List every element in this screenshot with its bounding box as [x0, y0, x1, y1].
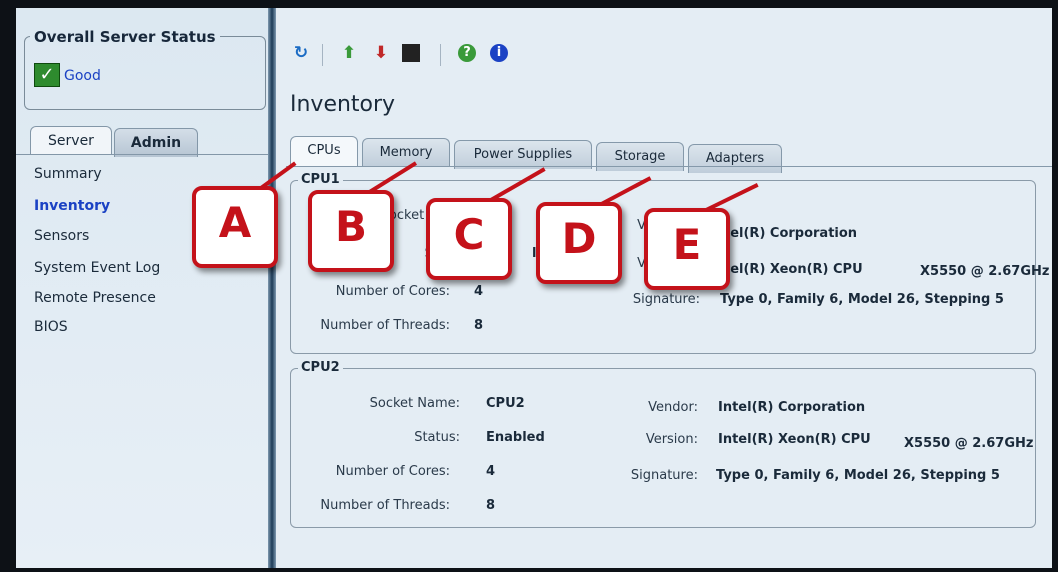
callout-a: A — [192, 186, 278, 268]
tab-memory[interactable]: Memory — [362, 138, 450, 167]
cpu2-signature-value: Type 0, Family 6, Model 26, Stepping 5 — [716, 468, 1000, 483]
check-icon: ✓ — [34, 63, 60, 87]
cpu2-signature-label: Signature: — [630, 468, 698, 483]
callout-d: D — [536, 202, 622, 284]
power-off-icon[interactable]: ⬇ — [370, 42, 392, 64]
app-screen: Overall Server Status ✓ Good Server Admi… — [16, 8, 1052, 568]
tab-strip-line — [286, 166, 1052, 167]
cpu1-threads-label: Number of Threads: — [320, 318, 450, 333]
toolbar-separator — [440, 44, 441, 66]
sidebar-item-summary[interactable]: Summary — [34, 166, 102, 182]
sidebar-item-remote-presence[interactable]: Remote Presence — [34, 290, 156, 306]
panel-divider — [268, 8, 276, 568]
callout-e: E — [644, 208, 730, 290]
server-status-legend: Overall Server Status — [30, 28, 220, 46]
cpu2-socket-label: Socket Name: — [369, 396, 460, 411]
cpu2-cores-value: 4 — [486, 464, 496, 479]
sidebar-item-sensors[interactable]: Sensors — [34, 228, 89, 244]
callout-d-letter: D — [561, 214, 597, 263]
sidebar-tab-divider — [16, 154, 268, 155]
cpu1-cores-value: 4 — [474, 284, 484, 299]
cpu2-threads-value: 8 — [486, 498, 496, 513]
page-title: Inventory — [290, 92, 396, 117]
tab-cpus[interactable]: CPUs — [290, 136, 358, 167]
power-on-icon[interactable]: ⬆ — [338, 42, 360, 64]
server-status-box — [24, 36, 266, 110]
cpu2-vendor-value: Intel(R) Corporation — [718, 400, 866, 415]
cpu1-signature-value: Type 0, Family 6, Model 26, Stepping 5 — [720, 292, 1004, 307]
cpu2-version-model: X5550 @ 2.67GHz — [904, 436, 1034, 451]
cpu2-cores-label: Number of Cores: — [335, 464, 450, 479]
refresh-icon[interactable]: ↻ — [290, 42, 312, 64]
cpu2-status-value: Enabled — [486, 430, 545, 445]
tab-server[interactable]: Server — [30, 126, 112, 155]
tab-admin[interactable]: Admin — [114, 128, 198, 157]
cpu2-threads-label: Number of Threads: — [320, 498, 450, 513]
console-icon[interactable] — [402, 44, 420, 62]
cpu1-threads-value: 8 — [474, 318, 484, 333]
cpu2-socket-value: CPU2 — [486, 396, 525, 411]
sidebar-item-bios[interactable]: BIOS — [34, 319, 68, 335]
toolbar: ↻ ⬆ ⬇ ? i — [276, 36, 1052, 78]
callout-c-letter: C — [453, 210, 485, 259]
sidebar: Overall Server Status ✓ Good Server Admi… — [16, 8, 268, 568]
cpu2-legend: CPU2 — [298, 360, 343, 375]
tab-power-supplies[interactable]: Power Supplies — [454, 140, 592, 169]
server-status-value[interactable]: Good — [64, 68, 101, 84]
callout-e-letter: E — [672, 220, 702, 269]
cpu1-vendor-value: tel(R) Corporation — [724, 226, 858, 241]
sidebar-item-inventory[interactable]: Inventory — [34, 198, 110, 214]
cpu2-version-value: Intel(R) Xeon(R) CPU — [718, 432, 871, 447]
info-icon[interactable]: i — [490, 44, 508, 62]
cpu1-legend: CPU1 — [298, 172, 343, 187]
tab-adapters[interactable]: Adapters — [688, 144, 782, 173]
toolbar-separator — [322, 44, 323, 66]
cpu1-version-value: tel(R) Xeon(R) CPU — [724, 262, 863, 277]
callout-b-letter: B — [334, 202, 367, 251]
callout-c: C — [426, 198, 512, 280]
cpu1-version-model: X5550 @ 2.67GHz — [920, 264, 1050, 279]
callout-b: B — [308, 190, 394, 272]
cpu1-cores-label: Number of Cores: — [335, 284, 450, 299]
cpu2-vendor-label: Vendor: — [648, 400, 698, 415]
cpu2-version-label: Version: — [645, 432, 698, 447]
help-icon[interactable]: ? — [458, 44, 476, 62]
cpu1-signature-label: Signature: — [632, 292, 700, 307]
sidebar-item-system-event-log[interactable]: System Event Log — [34, 260, 160, 276]
cpu2-status-label: Status: — [414, 430, 460, 445]
callout-a-letter: A — [218, 198, 252, 247]
